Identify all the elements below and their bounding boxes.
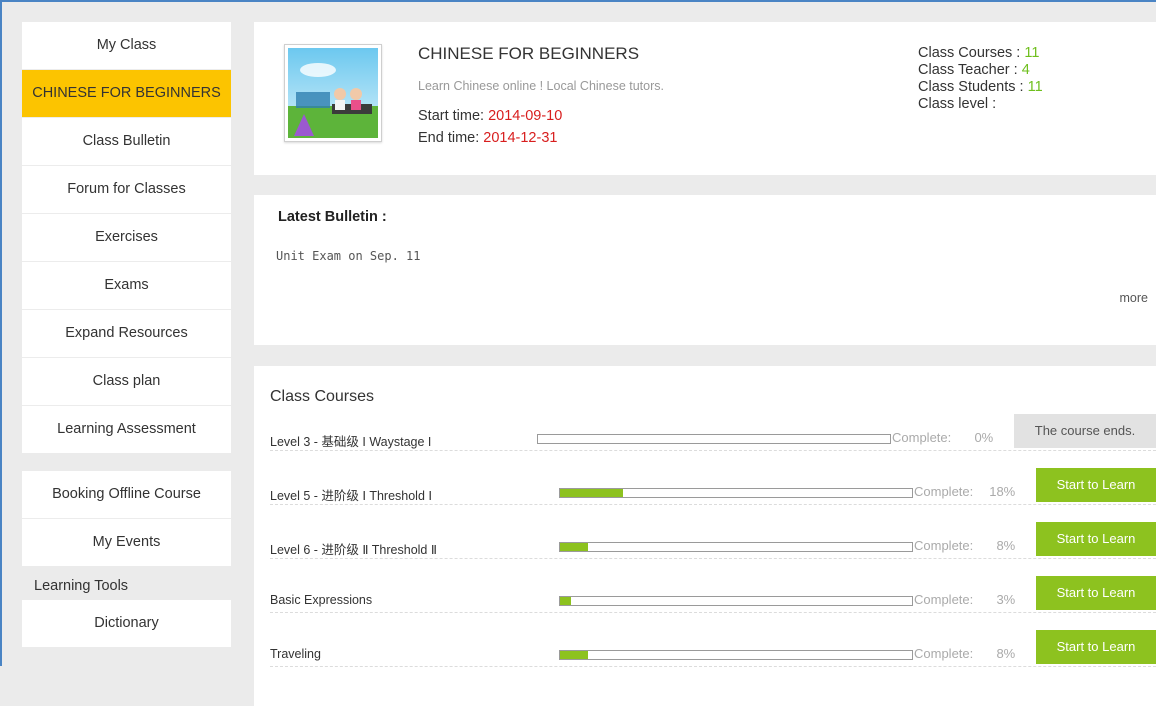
course-progress-bar	[559, 488, 913, 498]
main-content: CHINESE FOR BEGINNERS Learn Chinese onli…	[254, 22, 1156, 706]
start-to-learn-button[interactable]: Start to Learn	[1036, 576, 1156, 610]
stat-level-label: Class level :	[918, 96, 997, 112]
course-row: Level 6 - 进阶级 Ⅱ Threshold Ⅱ Complete: 8% St…	[270, 504, 1156, 559]
complete-label: Complete:	[914, 538, 974, 553]
latest-bulletin-card: Latest Bulletin : Unit Exam on Sep. 11 m…	[254, 195, 1156, 345]
stat-class-level: Class level :	[918, 96, 1043, 113]
class-thumbnail-image	[288, 48, 378, 138]
course-ended-button[interactable]: The course ends.	[1014, 414, 1156, 448]
start-to-learn-button[interactable]: Start to Learn	[1036, 468, 1156, 502]
sidebar-item-class-bulletin[interactable]: Class Bulletin	[22, 118, 231, 166]
start-time-value: 2014-09-10	[488, 108, 563, 124]
stat-students-label: Class Students :	[918, 79, 1024, 95]
end-time-value: 2014-12-31	[483, 130, 558, 146]
course-name[interactable]: Basic Expressions	[270, 593, 372, 607]
course-progress-fill	[560, 651, 589, 659]
course-complete-status: Complete: 18%	[914, 484, 1015, 499]
class-title: CHINESE FOR BEGINNERS	[418, 44, 640, 63]
course-progress-fill	[560, 489, 624, 497]
course-progress-bar	[537, 434, 891, 444]
sidebar: My Class CHINESE FOR BEGINNERS Class Bul…	[22, 22, 231, 647]
start-to-learn-button[interactable]: Start to Learn	[1036, 630, 1156, 664]
learning-tools-heading: Learning Tools	[34, 578, 129, 594]
stat-courses-value: 11	[1024, 45, 1040, 61]
sidebar-item-exercises[interactable]: Exercises	[22, 214, 231, 262]
end-time-line: End time: 2014-12-31	[418, 130, 557, 146]
course-name[interactable]: Traveling	[270, 647, 321, 661]
complete-percent: 8%	[996, 646, 1016, 661]
bulletin-more-link[interactable]: more	[1120, 291, 1148, 305]
window-border-left	[0, 0, 2, 666]
complete-percent: 3%	[996, 592, 1016, 607]
course-complete-status: Complete: 0%	[892, 430, 993, 445]
stat-students-value: 11	[1027, 79, 1043, 95]
course-complete-status: Complete: 3%	[914, 592, 1015, 607]
sidebar-item-my-events[interactable]: My Events	[22, 519, 231, 566]
course-row: Level 3 - 基础级 I Waystage I Complete: 0% The…	[270, 396, 1156, 451]
end-time-label: End time:	[418, 130, 480, 146]
course-row: Basic Expressions Complete: 3% Start to Lea…	[270, 558, 1156, 613]
course-progress-fill	[560, 543, 589, 551]
sidebar-item-forum[interactable]: Forum for Classes	[22, 166, 231, 214]
sidebar-item-chinese-for-beginners[interactable]: CHINESE FOR BEGINNERS	[22, 70, 231, 118]
course-name[interactable]: Level 5 - 进阶级 Ⅰ Threshold Ⅰ	[270, 485, 432, 504]
stat-class-students: Class Students : 11	[918, 79, 1043, 96]
course-name[interactable]: Level 6 - 进阶级 Ⅱ Threshold Ⅱ	[270, 539, 437, 558]
course-progress-bar	[559, 542, 913, 552]
stat-teacher-value: 4	[1021, 62, 1030, 78]
sidebar-item-booking-offline-course[interactable]: Booking Offline Course	[22, 471, 231, 519]
course-progress-fill	[560, 597, 571, 605]
sidebar-item-exams[interactable]: Exams	[22, 262, 231, 310]
class-thumbnail	[284, 44, 382, 142]
class-info-card: CHINESE FOR BEGINNERS Learn Chinese onli…	[254, 22, 1156, 175]
sidebar-item-dictionary[interactable]: Dictionary	[22, 600, 231, 647]
course-progress-bar	[559, 596, 913, 606]
course-complete-status: Complete: 8%	[914, 646, 1015, 661]
course-row: Traveling Complete: 8% Start to Learn	[270, 612, 1156, 667]
class-stats: Class Courses : 11 Class Teacher : 4 Cla…	[918, 45, 1043, 113]
stat-teacher-label: Class Teacher :	[918, 62, 1018, 78]
start-to-learn-button[interactable]: Start to Learn	[1036, 522, 1156, 556]
bulletin-text[interactable]: Unit Exam on Sep. 11	[276, 249, 421, 263]
stat-class-teacher: Class Teacher : 4	[918, 62, 1043, 79]
sidebar-item-expand-resources[interactable]: Expand Resources	[22, 310, 231, 358]
complete-label: Complete:	[914, 592, 974, 607]
course-row: Level 5 - 进阶级 Ⅰ Threshold Ⅰ Complete: 18% S…	[270, 450, 1156, 505]
sidebar-item-my-class[interactable]: My Class	[22, 22, 231, 70]
course-progress-bar	[559, 650, 913, 660]
complete-label: Complete:	[914, 484, 974, 499]
course-complete-status: Complete: 8%	[914, 538, 1015, 553]
complete-label: Complete:	[914, 646, 974, 661]
sidebar-tools-group: Dictionary	[22, 600, 231, 647]
window-border-top	[0, 0, 1156, 2]
start-time-line: Start time: 2014-09-10	[418, 108, 562, 124]
bulletin-heading: Latest Bulletin :	[278, 209, 387, 225]
start-time-label: Start time:	[418, 108, 485, 124]
complete-label: Complete:	[892, 430, 952, 445]
sidebar-item-class-plan[interactable]: Class plan	[22, 358, 231, 406]
complete-percent: 0%	[974, 430, 994, 445]
class-subtitle: Learn Chinese online ! Local Chinese tut…	[418, 79, 664, 93]
sidebar-main-group: My Class CHINESE FOR BEGINNERS Class Bul…	[22, 22, 231, 453]
sidebar-item-learning-assessment[interactable]: Learning Assessment	[22, 406, 231, 453]
complete-percent: 18%	[989, 484, 1016, 499]
stat-class-courses: Class Courses : 11	[918, 45, 1043, 62]
stat-courses-label: Class Courses :	[918, 45, 1021, 61]
course-name[interactable]: Level 3 - 基础级 I Waystage I	[270, 431, 431, 450]
class-courses-card: Class Courses Level 3 - 基础级 I Waystage I…	[254, 366, 1156, 706]
sidebar-second-group: Booking Offline Course My Events	[22, 471, 231, 566]
complete-percent: 8%	[996, 538, 1016, 553]
